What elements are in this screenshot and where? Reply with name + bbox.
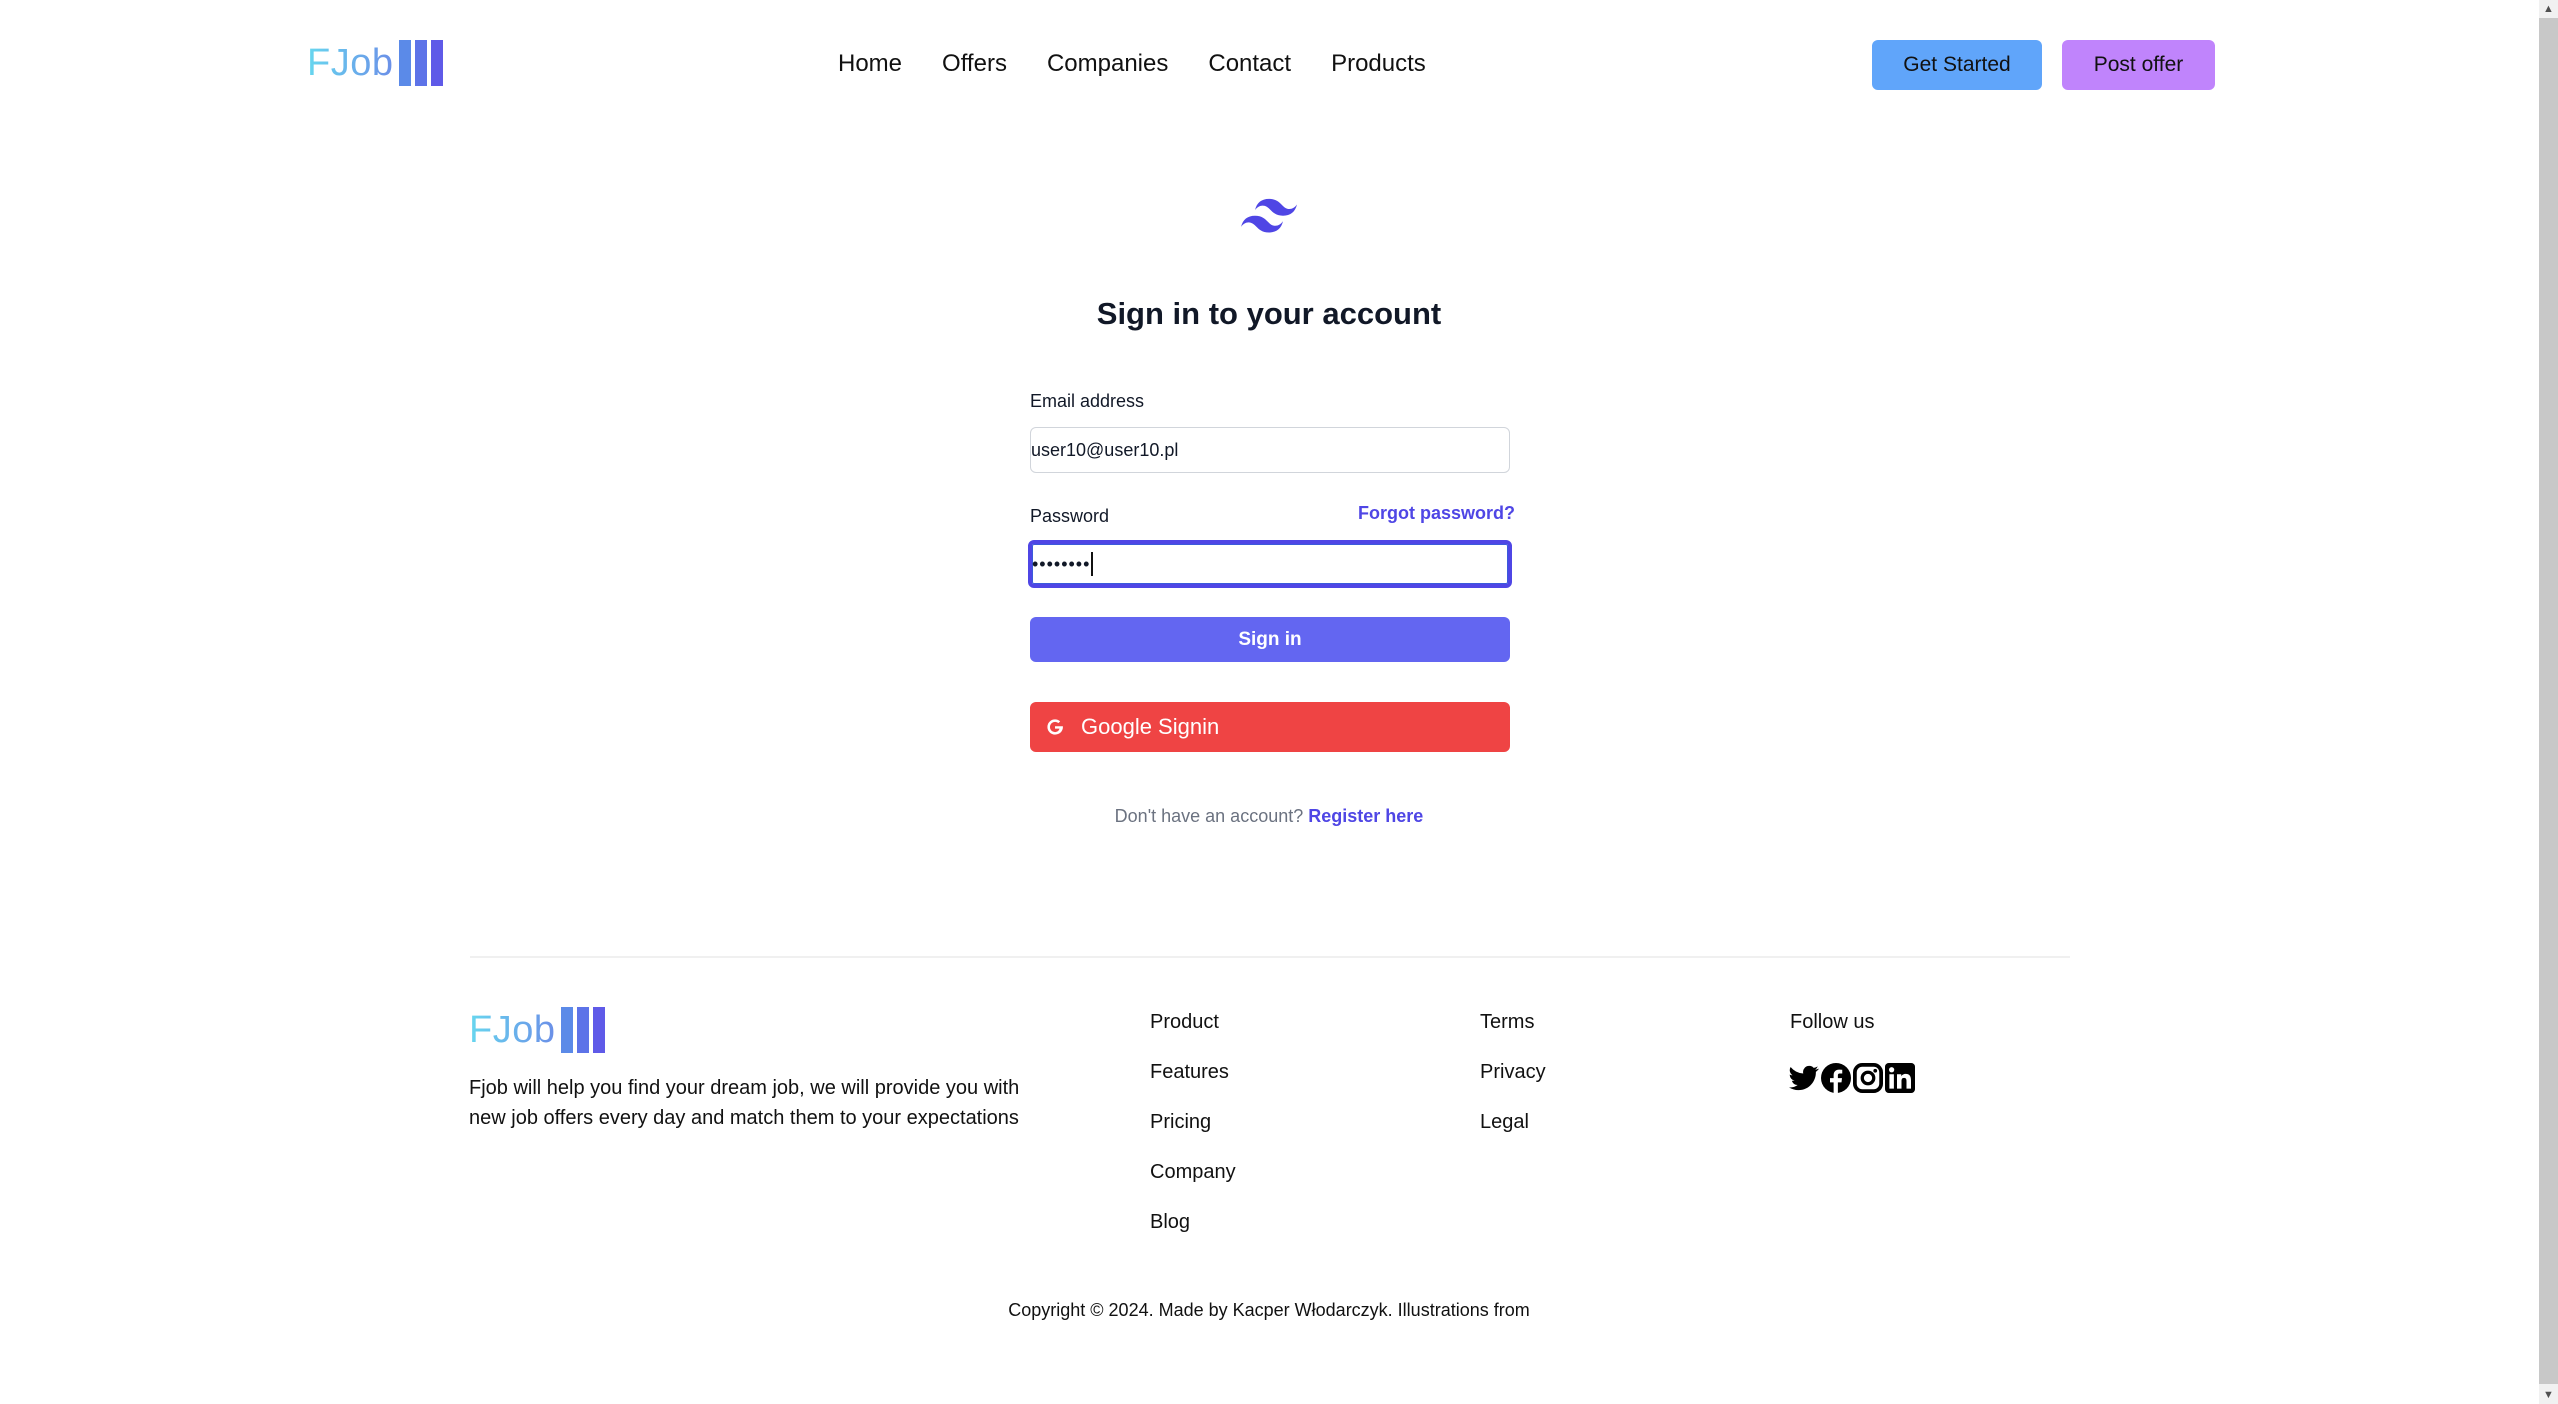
- logo-bars-icon: [399, 40, 444, 86]
- header-logo[interactable]: FJob: [307, 40, 444, 86]
- nav-offers[interactable]: Offers: [942, 50, 1007, 78]
- footer-divider: [470, 956, 2070, 958]
- vertical-scrollbar[interactable]: ▲ ▼: [2539, 0, 2558, 1404]
- linkedin-icon[interactable]: [1885, 1063, 1915, 1093]
- google-signin-label: Google Signin: [1081, 714, 1220, 739]
- footer-link-blog[interactable]: Blog: [1150, 1211, 1190, 1234]
- nav-companies[interactable]: Companies: [1047, 50, 1168, 78]
- text-caret: [1091, 552, 1093, 576]
- get-started-button[interactable]: Get Started: [1872, 40, 2042, 90]
- footer-link-product[interactable]: Product: [1150, 1011, 1219, 1034]
- password-label: Password: [1030, 506, 1110, 526]
- post-offer-button[interactable]: Post offer: [2062, 40, 2215, 90]
- google-icon: [1047, 719, 1063, 735]
- password-value: ••••••••: [1032, 553, 1091, 574]
- scroll-up-arrow-icon[interactable]: ▲: [2539, 0, 2558, 18]
- google-signin-button[interactable]: Google Signin: [1030, 702, 1510, 752]
- page-title: Sign in to your account: [1096, 296, 1442, 331]
- footer-link-company[interactable]: Company: [1150, 1161, 1236, 1184]
- footer-logo-text: FJob: [469, 1009, 556, 1051]
- twitter-icon[interactable]: [1789, 1063, 1819, 1093]
- footer-link-pricing[interactable]: Pricing: [1150, 1111, 1211, 1134]
- email-input[interactable]: user10@user10.pl: [1030, 427, 1510, 473]
- footer-link-privacy[interactable]: Privacy: [1480, 1061, 1546, 1084]
- copyright-text: Copyright © 2024. Made by Kacper Włodarc…: [1008, 1300, 1530, 1320]
- facebook-icon[interactable]: [1821, 1063, 1851, 1093]
- main-nav: Home Offers Companies Contact Products: [838, 50, 1466, 78]
- nav-contact[interactable]: Contact: [1208, 50, 1291, 78]
- scrollbar-thumb[interactable]: [2539, 18, 2558, 1384]
- nav-products[interactable]: Products: [1331, 50, 1426, 78]
- email-label: Email address: [1030, 391, 1145, 411]
- password-input[interactable]: ••••••••: [1028, 540, 1512, 588]
- tailwind-logo-icon: [1241, 198, 1297, 233]
- email-value: user10@user10.pl: [1031, 439, 1179, 460]
- register-link[interactable]: Register here: [1308, 806, 1423, 826]
- instagram-icon[interactable]: [1853, 1063, 1883, 1093]
- sign-in-button[interactable]: Sign in: [1030, 617, 1510, 662]
- footer-description: Fjob will help you find your dream job, …: [469, 1077, 1020, 1129]
- footer-link-features[interactable]: Features: [1150, 1061, 1229, 1084]
- forgot-password-link[interactable]: Forgot password?: [1358, 503, 1515, 524]
- social-icons: [1789, 1063, 1915, 1093]
- footer-logo-bars-icon: [561, 1007, 606, 1053]
- follow-us-label: Follow us: [1790, 1011, 1875, 1033]
- no-account-text: Don't have an account?: [1114, 806, 1304, 826]
- footer-link-legal[interactable]: Legal: [1480, 1111, 1529, 1134]
- footer-link-terms[interactable]: Terms: [1480, 1011, 1534, 1034]
- nav-home[interactable]: Home: [838, 50, 902, 78]
- footer-logo[interactable]: FJob: [469, 1007, 606, 1053]
- logo-text: FJob: [307, 42, 394, 84]
- scroll-down-arrow-icon[interactable]: ▼: [2539, 1386, 2558, 1404]
- register-prompt: Don't have an account? Register here: [0, 806, 2538, 827]
